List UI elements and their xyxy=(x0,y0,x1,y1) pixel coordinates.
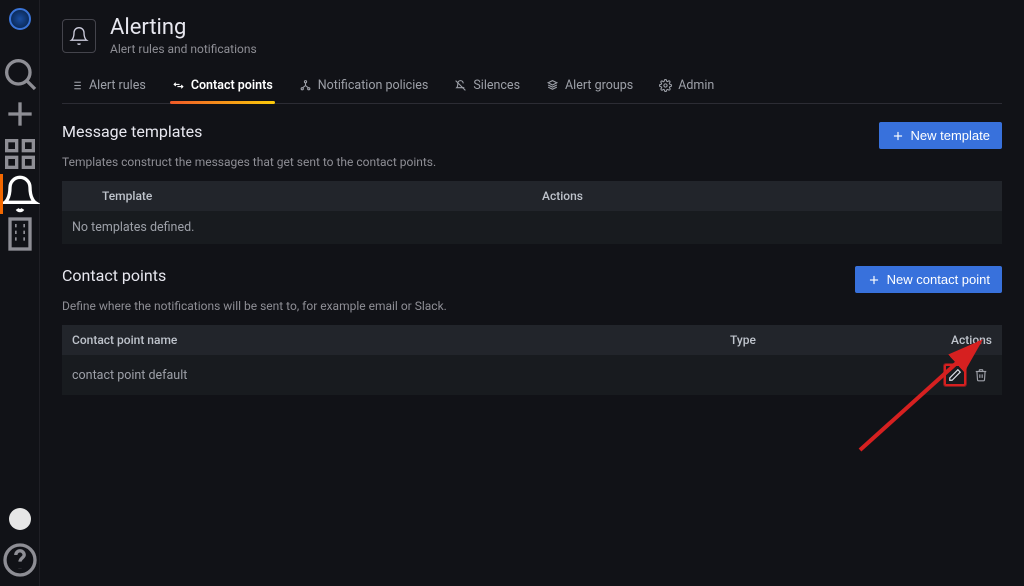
templates-title: Message templates xyxy=(62,122,202,141)
avatar[interactable] xyxy=(9,508,31,530)
plus-icon[interactable] xyxy=(0,94,40,134)
contacts-col-name: Contact point name xyxy=(62,325,720,355)
tab-alert-groups[interactable]: Alert groups xyxy=(544,70,635,103)
contacts-table: Contact point name Type Actions contact … xyxy=(62,325,1002,395)
building-icon[interactable] xyxy=(0,214,40,254)
new-template-button[interactable]: New template xyxy=(879,122,1002,149)
tab-contact-points[interactable]: Contact points xyxy=(170,70,275,103)
new-contact-point-button[interactable]: New contact point xyxy=(855,266,1002,293)
dashboards-icon[interactable] xyxy=(0,134,40,174)
tab-label: Admin xyxy=(678,78,714,93)
new-contact-point-label: New contact point xyxy=(887,272,990,287)
alerting-icon[interactable] xyxy=(0,174,40,214)
edit-icon[interactable] xyxy=(944,364,966,386)
trash-icon[interactable] xyxy=(970,364,992,386)
page-subtitle: Alert rules and notifications xyxy=(110,42,257,56)
tab-alert-rules[interactable]: Alert rules xyxy=(68,70,148,103)
grafana-logo[interactable] xyxy=(9,8,31,30)
templates-empty: No templates defined. xyxy=(62,211,1002,244)
table-row: contact point default xyxy=(62,355,1002,395)
templates-table: Template Actions No templates defined. xyxy=(62,181,1002,244)
templates-desc: Templates construct the messages that ge… xyxy=(62,155,1002,169)
tabs: Alert rules Contact points Notification … xyxy=(62,70,1002,104)
contact-point-name: contact point default xyxy=(62,355,720,395)
templates-col-template: Template xyxy=(92,181,532,211)
contacts-desc: Define where the notifications will be s… xyxy=(62,299,1002,313)
table-row: No templates defined. xyxy=(62,211,1002,244)
tab-label: Alert rules xyxy=(89,78,146,93)
contacts-col-actions: Actions xyxy=(912,325,1002,355)
bell-icon xyxy=(62,19,96,53)
page-title: Alerting xyxy=(110,16,257,40)
contact-point-type xyxy=(720,355,912,395)
tab-notification-policies[interactable]: Notification policies xyxy=(297,70,431,103)
tab-label: Notification policies xyxy=(318,78,429,93)
new-template-label: New template xyxy=(911,128,990,143)
main-content: Alerting Alert rules and notifications A… xyxy=(40,0,1024,586)
page-header: Alerting Alert rules and notifications xyxy=(62,16,1002,56)
tab-label: Alert groups xyxy=(565,78,633,93)
templates-col-actions: Actions xyxy=(532,181,1002,211)
contacts-col-type: Type xyxy=(720,325,912,355)
search-icon[interactable] xyxy=(0,54,40,94)
left-sidebar xyxy=(0,0,40,586)
help-icon[interactable] xyxy=(0,540,40,580)
contacts-title: Contact points xyxy=(62,266,166,285)
tab-label: Silences xyxy=(473,78,520,93)
tab-label: Contact points xyxy=(191,78,273,93)
tab-silences[interactable]: Silences xyxy=(452,70,522,103)
tab-admin[interactable]: Admin xyxy=(657,70,716,103)
